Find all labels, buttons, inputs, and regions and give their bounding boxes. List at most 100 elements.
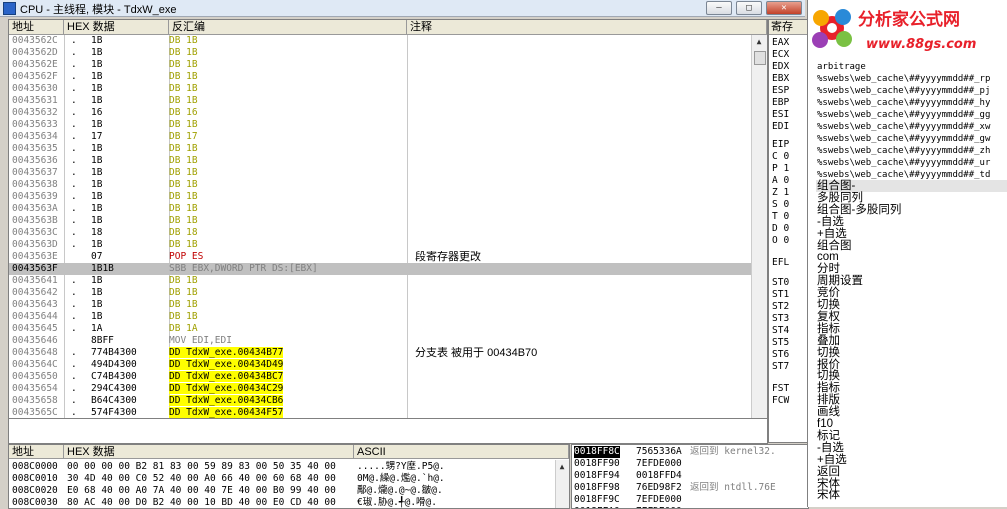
scroll-up-icon[interactable]: ▲ [753,36,765,48]
disasm-row[interactable]: 00435636. 1B DB 1B [9,155,751,167]
disasm-row[interactable]: 0043562E. 1B DB 1B [9,59,751,71]
register-label[interactable]: ECX [772,49,789,61]
register-label[interactable]: EDX [772,61,789,73]
stack-row[interactable]: 0018FF94 0018FFD4 [572,470,808,482]
stack-row[interactable]: 0018FF90 7EFDE000 [572,458,808,470]
disasm-row[interactable]: 00435645. 1A DB 1A [9,323,751,335]
register-label[interactable]: D 0 [772,223,789,235]
disasm-row[interactable]: 00435658. B64C4300 DD TdxW_exe.00434CB6 [9,395,751,407]
disasm-row[interactable]: 00435642. 1B DB 1B [9,287,751,299]
stack-row[interactable]: 0018FF98 76ED98F2 返回到 ntdll.76E [572,482,808,494]
register-label[interactable]: A 0 [772,175,789,187]
scroll-thumb[interactable] [754,51,766,65]
register-label[interactable]: ESP [772,85,789,97]
disasm-row[interactable]: 0043563B. 1B DB 1B [9,215,751,227]
menu-string-item[interactable]: 组合图 [817,240,852,252]
dump-row[interactable]: 008C0010 30 4D 40 00 C0 52 40 00 A0 66 40… [9,473,554,485]
register-label[interactable]: FCW [772,395,789,407]
menu-string-item[interactable]: 周期设置 [817,275,863,287]
dump-hex-header[interactable]: HEX 数据 [64,445,354,459]
menu-string-item[interactable]: 组合图- [817,180,855,192]
string-list-panel[interactable]: 分析家公式网 www.88gs.com arbitrage %swebs\web_… [807,0,1007,507]
register-label[interactable]: ST0 [772,277,789,289]
disasm-row[interactable]: 00435631. 1B DB 1B [9,95,751,107]
menu-string-item[interactable]: 报价 [817,359,840,371]
cache-path-item[interactable]: %swebs\web_cache\##yyyymmdd##_ur [817,157,990,169]
menu-string-item[interactable]: 指标 [817,382,840,394]
register-label[interactable]: Z 1 [772,187,789,199]
menu-string-item[interactable]: 排版 [817,394,840,406]
disasm-row[interactable]: 0043562D. 1B DB 1B [9,47,751,59]
register-label[interactable]: EDI [772,121,789,133]
stack-pane[interactable]: 0018FF8C 7565336A 返回到 kernel32. 0018FF90 7EF… [571,444,809,509]
close-button[interactable]: ✕ [766,1,802,15]
col-hex-header[interactable]: HEX 数据 [64,20,169,34]
memory-dump-pane[interactable]: 地址 HEX 数据 ASCII 008C0000 00 00 00 00 B2 8… [8,444,570,509]
disassembly-pane[interactable]: 地址 HEX 数据 反汇编 注释 0043562C. 1B DB 1B 0043562… [8,19,768,419]
menu-string-item[interactable]: 指标 [817,323,840,335]
col-address-header[interactable]: 地址 [9,20,64,34]
menu-string-item[interactable]: 分时 [817,263,840,275]
menu-string-item[interactable]: com [817,251,839,263]
menu-string-item[interactable]: f10 [817,418,833,430]
dump-ascii-header[interactable]: ASCII [354,445,569,459]
col-comment-header[interactable]: 注释 [407,20,767,34]
menu-string-item[interactable]: 多股同列 [817,192,863,204]
col-disasm-header[interactable]: 反汇编 [169,20,407,34]
menu-string-item[interactable]: 切换 [817,347,840,359]
register-label[interactable]: P 1 [772,163,789,175]
disasm-row[interactable]: 00435648. 774B4300 DD TdxW_exe.00434B77 分支表… [9,347,751,359]
minimize-button[interactable]: — [706,1,732,15]
menu-string-item[interactable]: +自选 [817,228,847,240]
disassembly-scrollbar[interactable]: ▲ [751,35,767,418]
dump-row[interactable]: 008C0000 00 00 00 00 B2 81 83 00 59 89 83… [9,461,554,473]
disasm-row[interactable]: 0043562F. 1B DB 1B [9,71,751,83]
register-label[interactable]: ESI [772,109,789,121]
menu-string-item[interactable]: 宋体 [817,489,840,501]
menu-string-item[interactable]: 画线 [817,406,840,418]
menu-string-item[interactable]: 复权 [817,311,840,323]
disasm-row[interactable]: 0043563E 07 POP ES 段寄存器更改 [9,251,751,263]
menu-string-item[interactable]: 切换 [817,370,840,382]
menu-string-item[interactable]: 叠加 [817,335,840,347]
register-label[interactable]: T 0 [772,211,789,223]
disasm-row[interactable]: 00435633. 1B DB 1B [9,119,751,131]
disasm-row[interactable]: 00435630. 1B DB 1B [9,83,751,95]
menu-string-item[interactable]: 宋体 [817,478,840,490]
menu-string-item[interactable]: 标记 [817,430,840,442]
menu-string-item[interactable]: 组合图-多股同列 [817,204,901,216]
register-label[interactable]: EAX [772,37,789,49]
cache-path-item[interactable]: %swebs\web_cache\##yyyymmdd##_pj [817,85,990,97]
disasm-row[interactable]: 00435643. 1B DB 1B [9,299,751,311]
menu-string-item[interactable]: 竞价 [817,287,840,299]
register-label[interactable]: S 0 [772,199,789,211]
register-label[interactable]: C 0 [772,151,789,163]
register-label[interactable]: ST7 [772,361,789,373]
disasm-row[interactable]: 00435637. 1B DB 1B [9,167,751,179]
register-label[interactable]: ST3 [772,313,789,325]
dump-row[interactable]: 008C0020 E0 68 40 00 A0 7A 40 00 40 7E 40… [9,485,554,497]
disasm-row[interactable]: 00435650. C74B4300 DD TdxW_exe.00434BC7 [9,371,751,383]
stack-row[interactable]: 0018FF9C 7EFDE000 [572,494,808,506]
stack-row[interactable]: 0018FF8C 7565336A 返回到 kernel32. [572,446,808,458]
scroll-up-icon[interactable]: ▲ [556,461,568,473]
register-label[interactable]: ST5 [772,337,789,349]
disasm-row[interactable]: 0043564C. 494D4300 DD TdxW_exe.00434D49 [9,359,751,371]
disasm-row[interactable]: 00435639. 1B DB 1B [9,191,751,203]
menu-string-item[interactable]: -自选 [817,216,844,228]
cache-path-item[interactable]: %swebs\web_cache\##yyyymmdd##_gg [817,109,990,121]
register-label[interactable]: EFL [772,257,789,269]
dump-address-header[interactable]: 地址 [9,445,64,459]
disasm-row[interactable]: 00435646 8BFF MOV EDI,EDI [9,335,751,347]
disasm-row[interactable]: 0043562C. 1B DB 1B [9,35,751,47]
registers-pane[interactable]: 寄存 EAX ECX EDX EBX ESP EBP ESI EDI EIP C 0P 1A 0Z… [768,19,808,443]
register-label[interactable]: EIP [772,139,789,151]
cache-path-item[interactable]: arbitrage [817,61,866,73]
disasm-row[interactable]: 0043563A. 1B DB 1B [9,203,751,215]
disasm-row[interactable]: 00435634. 17 DB 17 [9,131,751,143]
register-label[interactable]: ST1 [772,289,789,301]
menu-string-item[interactable]: -自选 [817,442,844,454]
disasm-row[interactable]: 0043563F 1B1B SBB EBX,DWORD PTR DS:[EBX] [9,263,751,275]
disasm-row[interactable]: 00435632. 16 DB 16 [9,107,751,119]
disasm-row[interactable]: 0043563D. 1B DB 1B [9,239,751,251]
